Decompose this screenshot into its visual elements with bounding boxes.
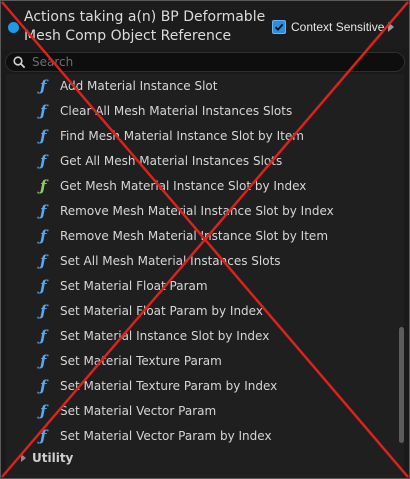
function-icon: ƒ	[40, 127, 47, 145]
checkmark-icon	[274, 23, 284, 31]
pure-function-icon: ƒ	[40, 177, 47, 195]
expand-arrow-icon[interactable]	[21, 454, 26, 462]
search-icon	[13, 56, 26, 69]
category-utility[interactable]: Utility	[6, 448, 392, 468]
list-item[interactable]: ƒ Set Material Float Param by Index	[6, 299, 392, 324]
function-icon: ƒ	[40, 77, 47, 95]
list-item[interactable]: ƒ Clear All Mesh Material Instances Slot…	[6, 99, 392, 124]
context-sensitive-toggle[interactable]: Context Sensitive	[272, 19, 395, 35]
function-icon: ƒ	[40, 302, 47, 320]
list-item-label: Set Material Texture Param	[60, 354, 222, 368]
list-item-label: Add Material Instance Slot	[60, 79, 218, 93]
list-item-label: Set Material Float Param	[60, 279, 208, 293]
context-sensitive-label: Context Sensitive	[291, 20, 385, 34]
action-menu-header: Actions taking a(n) BP Deformable Mesh C…	[1, 1, 409, 49]
category-label: Utility	[32, 451, 74, 465]
list-item[interactable]: ƒ Set Material Texture Param	[6, 349, 392, 374]
list-item[interactable]: ƒ Add Material Instance Slot	[6, 74, 392, 99]
list-item[interactable]: ƒ Set All Mesh Material Instances Slots	[6, 249, 392, 274]
title-line-1: Actions taking a(n) BP Deformable	[24, 9, 266, 25]
list-item-label: Set Material Instance Slot by Index	[60, 329, 270, 343]
list-item[interactable]: ƒ Remove Mesh Material Instance Slot by …	[6, 224, 392, 249]
list-item[interactable]: ƒ Remove Mesh Material Instance Slot by …	[6, 199, 392, 224]
list-item[interactable]: ƒ Set Material Vector Param	[6, 399, 392, 424]
list-item-label: Set Material Float Param by Index	[60, 304, 263, 318]
list-item-label: Remove Mesh Material Instance Slot by In…	[60, 204, 334, 218]
function-icon: ƒ	[40, 427, 47, 445]
function-icon: ƒ	[40, 227, 47, 245]
function-icon: ƒ	[40, 202, 47, 220]
function-icon: ƒ	[40, 277, 47, 295]
chevron-right-icon[interactable]	[388, 22, 395, 32]
function-icon: ƒ	[40, 152, 47, 170]
list-item-label: Get Mesh Material Instance Slot by Index	[60, 179, 307, 193]
function-icon: ƒ	[40, 102, 47, 120]
object-reference-pin-icon	[8, 22, 19, 33]
function-icon: ƒ	[40, 327, 47, 345]
list-item[interactable]: ƒ Set Material Instance Slot by Index	[6, 324, 392, 349]
context-sensitive-checkbox[interactable]	[272, 20, 286, 34]
list-item[interactable]: ƒ Get All Mesh Material Instances Slots	[6, 149, 392, 174]
list-item-label: Remove Mesh Material Instance Slot by It…	[60, 229, 329, 243]
list-item-label: Clear All Mesh Material Instances Slots	[60, 104, 293, 118]
function-icon: ƒ	[40, 402, 47, 420]
list-item-label: Set Material Vector Param by Index	[60, 429, 272, 443]
function-icon: ƒ	[40, 252, 47, 270]
list-item-label: Find Mesh Material Instance Slot by Item	[60, 129, 304, 143]
list-item[interactable]: ƒ Find Mesh Material Instance Slot by It…	[6, 124, 392, 149]
function-icon: ƒ	[40, 377, 47, 395]
list-item-label: Set Material Texture Param by Index	[60, 379, 278, 393]
list-item-label: Get All Mesh Material Instances Slots	[60, 154, 283, 168]
action-menu-panel: Actions taking a(n) BP Deformable Mesh C…	[0, 0, 410, 479]
list-item[interactable]: ƒ Get Mesh Material Instance Slot by Ind…	[6, 174, 392, 199]
action-menu-title: Actions taking a(n) BP Deformable Mesh C…	[24, 8, 274, 46]
list-item[interactable]: ƒ Set Material Float Param	[6, 274, 392, 299]
list-item-label: Set Material Vector Param	[60, 404, 217, 418]
list-item[interactable]: ƒ Set Material Texture Param by Index	[6, 374, 392, 399]
title-line-2: Mesh Comp Object Reference	[24, 28, 232, 44]
search-box[interactable]	[5, 52, 405, 72]
function-icon: ƒ	[40, 352, 47, 370]
list-item[interactable]: ƒ Set Material Vector Param by Index	[6, 424, 392, 449]
list-item-label: Set All Mesh Material Instances Slots	[60, 254, 281, 268]
scrollbar-thumb[interactable]	[399, 327, 404, 443]
search-input[interactable]	[32, 54, 392, 70]
action-list: ƒ Add Material Instance Slot ƒ Clear All…	[6, 74, 404, 478]
